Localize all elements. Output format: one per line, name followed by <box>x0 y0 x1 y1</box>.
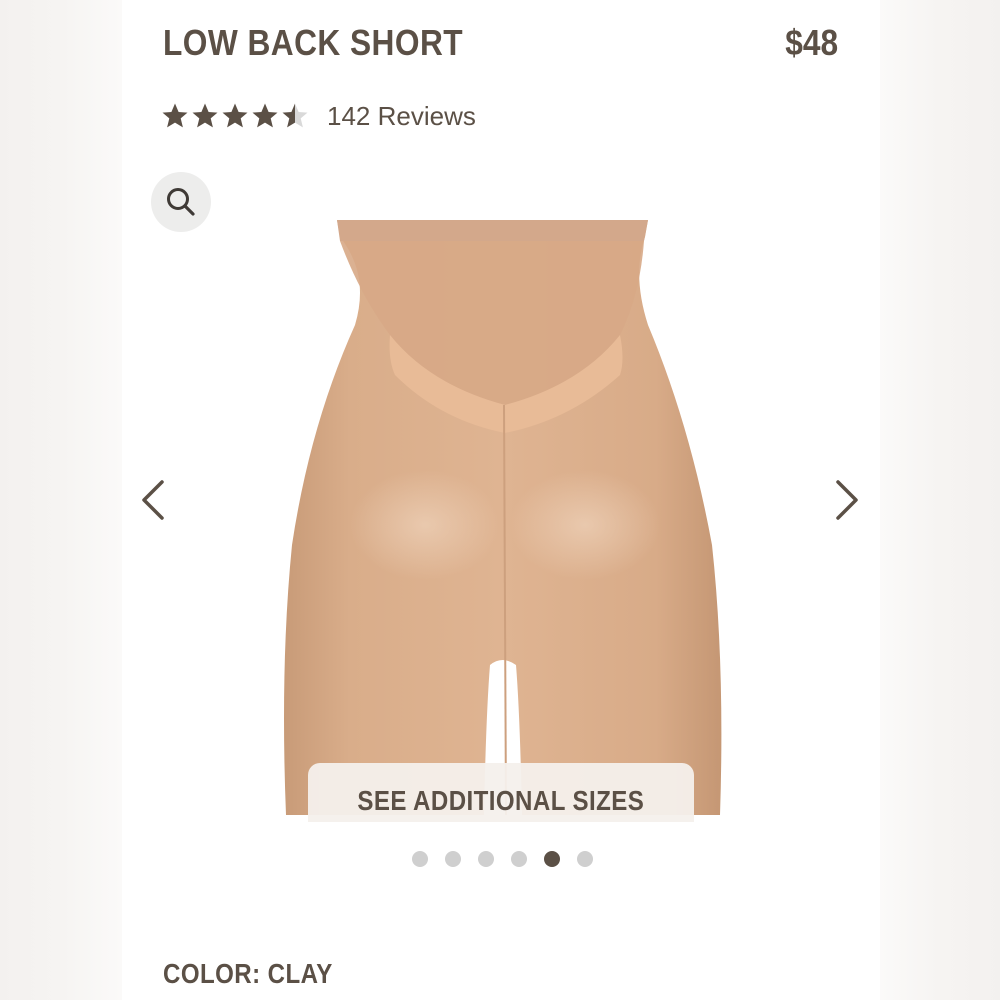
star-icon <box>162 103 188 128</box>
star-icon <box>252 103 278 128</box>
left-background <box>0 0 122 1000</box>
gallery-bottom-edge <box>122 822 880 852</box>
star-icon <box>282 103 308 128</box>
carousel-dot[interactable] <box>478 851 494 867</box>
chevron-right-icon[interactable] <box>830 478 866 522</box>
right-background <box>880 0 1000 1000</box>
carousel-dot[interactable] <box>544 851 560 867</box>
carousel-dot[interactable] <box>577 851 593 867</box>
color-label: COLOR: CLAY <box>163 958 333 989</box>
reviews-link[interactable]: 142 Reviews <box>327 101 476 132</box>
carousel-dot[interactable] <box>511 851 527 867</box>
zoom-button[interactable] <box>151 172 211 232</box>
search-icon <box>167 188 195 216</box>
see-additional-sizes-label: SEE ADDITIONAL SIZES <box>357 785 645 816</box>
chevron-left-icon[interactable] <box>136 478 172 522</box>
product-title: LOW BACK SHORT <box>163 22 464 63</box>
product-image <box>284 220 722 816</box>
carousel-dot[interactable] <box>412 851 428 867</box>
star-icon <box>222 103 248 128</box>
carousel-dot[interactable] <box>445 851 461 867</box>
rating-row[interactable]: 142 Reviews <box>161 96 476 136</box>
star-rating <box>161 102 309 130</box>
star-icon <box>192 103 218 128</box>
product-price: $48 <box>785 22 838 63</box>
carousel-pagination <box>412 851 593 867</box>
